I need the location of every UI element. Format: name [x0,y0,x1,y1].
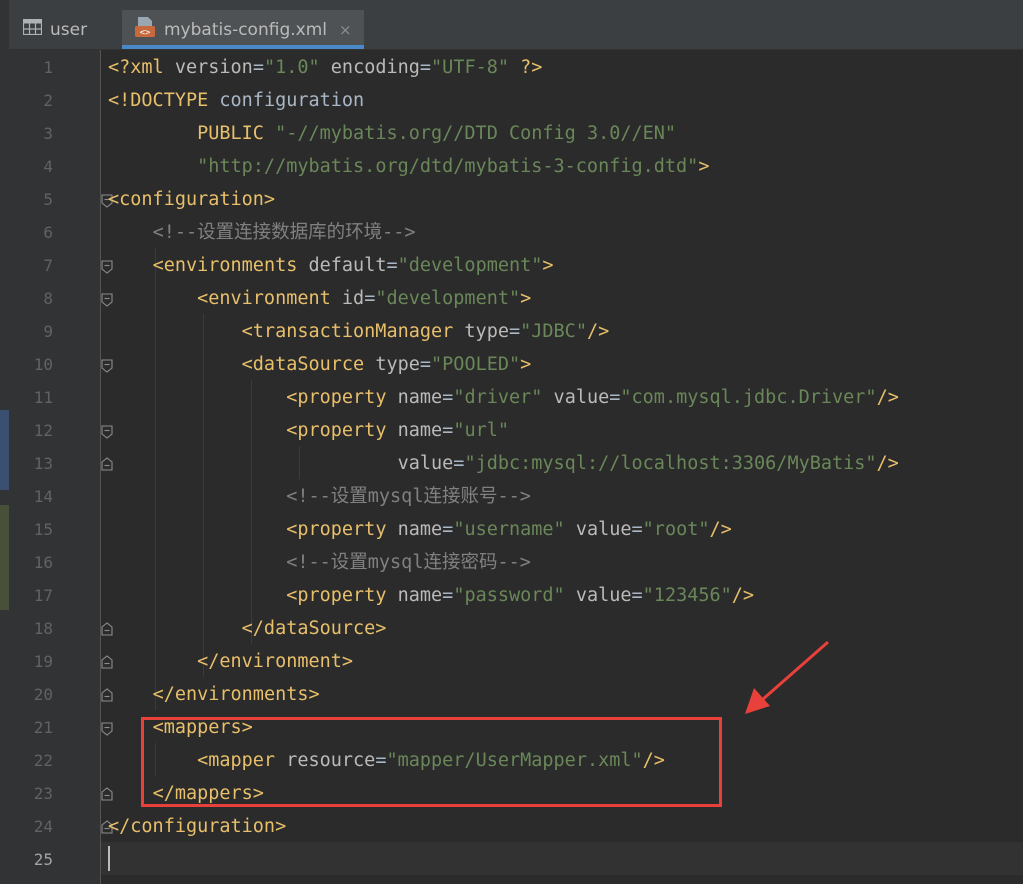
annotation-arrow-icon [745,640,829,714]
